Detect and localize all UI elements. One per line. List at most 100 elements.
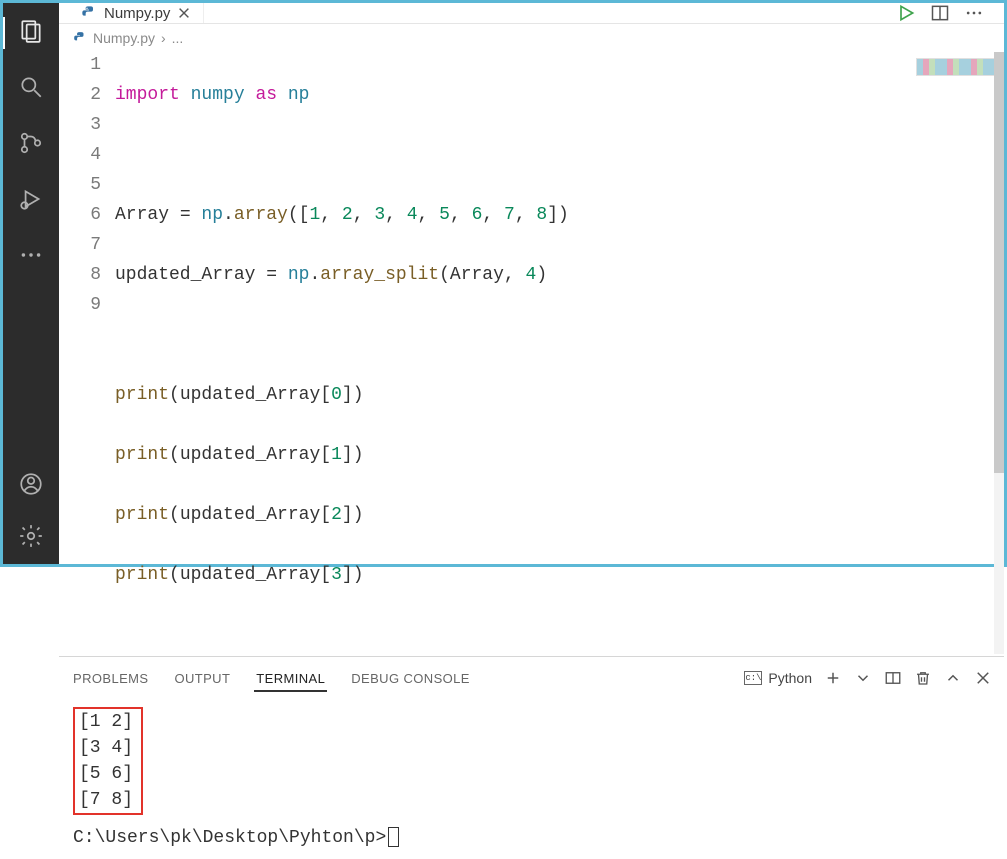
num: 1 (309, 205, 320, 225)
keyword: as (255, 85, 277, 105)
breadcrumb[interactable]: Numpy.py › ... (59, 24, 1004, 50)
close-panel-icon[interactable] (974, 669, 992, 687)
line-number: 2 (59, 80, 101, 110)
line-number: 6 (59, 200, 101, 230)
op: = (255, 265, 287, 285)
var: updated_Array (180, 445, 320, 465)
op: ] (342, 505, 353, 525)
op: ] (342, 565, 353, 585)
chevron-right-icon: › (161, 30, 166, 46)
num: 5 (439, 205, 450, 225)
panel-tab-terminal[interactable]: TERMINAL (254, 665, 327, 692)
terminal-line: [3 4] (79, 735, 133, 761)
close-icon[interactable] (177, 6, 191, 20)
sep: , (418, 205, 440, 225)
line-number: 1 (59, 50, 101, 80)
activity-bar (3, 3, 59, 564)
terminal-output-highlight: [1 2] [3 4] [5 6] [7 8] (73, 707, 143, 815)
tab-label: Numpy.py (104, 5, 170, 22)
terminal-line: [1 2] (79, 709, 133, 735)
line-number: 3 (59, 110, 101, 140)
trash-icon[interactable] (914, 669, 932, 687)
keyword: import (115, 85, 180, 105)
num: 0 (331, 385, 342, 405)
accounts-icon[interactable] (17, 470, 45, 498)
op: [ (320, 505, 331, 525)
num: 4 (526, 265, 537, 285)
func: array (234, 205, 288, 225)
line-number: 8 (59, 260, 101, 290)
line-number: 9 (59, 290, 101, 320)
tab-numpy-py[interactable]: Numpy.py (69, 3, 204, 23)
minimap[interactable] (916, 58, 996, 76)
more-icon[interactable] (17, 241, 45, 269)
op: ]) (547, 205, 569, 225)
num: 8 (536, 205, 547, 225)
func: print (115, 565, 169, 585)
op: ) (353, 445, 364, 465)
var: Array (115, 205, 169, 225)
terminal-line: [7 8] (79, 787, 133, 813)
num: 3 (374, 205, 385, 225)
line-number: 4 (59, 140, 101, 170)
terminal[interactable]: [1 2] [3 4] [5 6] [7 8] C:\Users\pk\Desk… (59, 699, 1004, 859)
op: ( (439, 265, 450, 285)
var: updated_Array (180, 505, 320, 525)
main-area: Numpy.py Numpy.py › ... 1 (59, 3, 1004, 564)
sep: , (482, 205, 504, 225)
terminal-prompt-line[interactable]: C:\Users\pk\Desktop\Pyhton\p> (73, 825, 990, 851)
sep: , (320, 205, 342, 225)
search-icon[interactable] (17, 73, 45, 101)
line-number: 5 (59, 170, 101, 200)
num: 3 (331, 565, 342, 585)
python-file-icon (73, 31, 87, 45)
split-terminal-icon[interactable] (884, 669, 902, 687)
source-control-icon[interactable] (17, 129, 45, 157)
sep: , (353, 205, 375, 225)
chevron-down-icon[interactable] (854, 669, 872, 687)
module: np (201, 205, 223, 225)
vertical-scrollbar[interactable] (994, 52, 1004, 654)
tab-bar: Numpy.py (59, 3, 1004, 24)
panel-tab-debug-console[interactable]: DEBUG CONSOLE (349, 665, 472, 692)
terminal-kind-dropdown[interactable]: c:\ Python (744, 670, 812, 686)
func: print (115, 385, 169, 405)
sep: , (504, 265, 526, 285)
terminal-kind-label: Python (768, 670, 812, 686)
num: 1 (331, 445, 342, 465)
editor[interactable]: 1 2 3 4 5 6 7 8 9 import numpy as np Arr… (59, 50, 1004, 656)
terminal-cmd-icon: c:\ (744, 671, 762, 685)
num: 4 (407, 205, 418, 225)
op: ) (353, 385, 364, 405)
op: [ (320, 385, 331, 405)
more-actions-icon[interactable] (964, 3, 984, 23)
run-file-button[interactable] (896, 3, 916, 23)
op: = (169, 205, 201, 225)
code-area[interactable]: import numpy as np Array = np.array([1, … (115, 50, 569, 650)
func: print (115, 445, 169, 465)
split-editor-icon[interactable] (930, 3, 950, 23)
settings-gear-icon[interactable] (17, 522, 45, 550)
chevron-up-icon[interactable] (944, 669, 962, 687)
num: 6 (472, 205, 483, 225)
active-indicator (3, 17, 5, 49)
op: ] (342, 385, 353, 405)
var: updated_Array (180, 565, 320, 585)
panel-tab-output[interactable]: OUTPUT (172, 665, 232, 692)
breadcrumb-file: Numpy.py (93, 30, 155, 46)
terminal-prompt: C:\Users\pk\Desktop\Pyhton\p> (73, 828, 386, 848)
op: ( (169, 565, 180, 585)
op: ([ (288, 205, 310, 225)
new-terminal-icon[interactable] (824, 669, 842, 687)
python-file-icon (81, 5, 97, 21)
explorer-icon[interactable] (17, 17, 45, 45)
scrollbar-thumb[interactable] (994, 52, 1004, 473)
module: numpy (191, 85, 245, 105)
num: 7 (504, 205, 515, 225)
op: ( (169, 445, 180, 465)
bottom-panel: PROBLEMS OUTPUT TERMINAL DEBUG CONSOLE c… (59, 656, 1004, 859)
panel-tab-problems[interactable]: PROBLEMS (71, 665, 150, 692)
func: array_split (320, 265, 439, 285)
run-debug-icon[interactable] (17, 185, 45, 213)
line-number: 7 (59, 230, 101, 260)
